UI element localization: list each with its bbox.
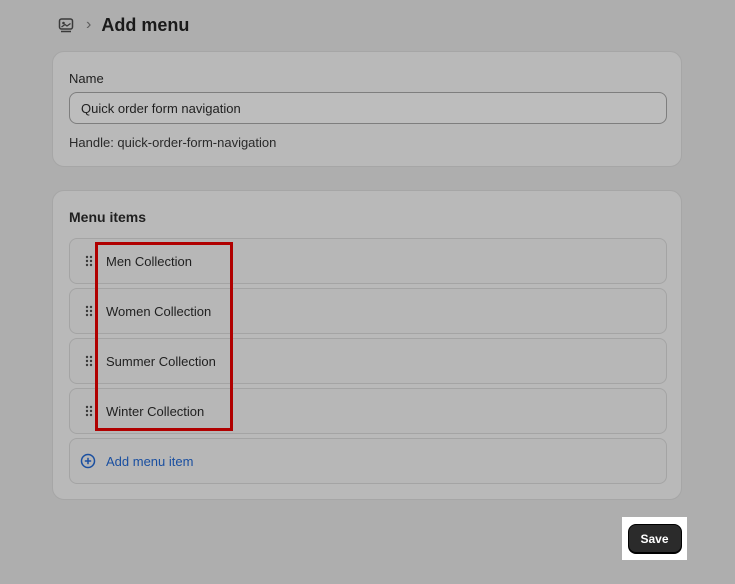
handle-text: Handle: quick-order-form-navigation [69,135,277,150]
menu-item-women-collection[interactable]: Women Collection [69,288,667,334]
page-title: Add menu [101,14,190,35]
menu-item-summer-collection[interactable]: Summer Collection [69,338,667,384]
menu-item-label: Winter Collection [106,403,205,419]
plus-circle-icon [80,453,96,469]
name-card: Name Handle: quick-order-form-navigation [52,51,682,167]
add-menu-item-button[interactable]: Add menu item [69,438,667,484]
drag-handle-icon[interactable] [81,305,97,317]
save-button[interactable]: Save [628,524,681,553]
menu-item-label: Men Collection [106,253,192,269]
menu-item-winter-collection[interactable]: Winter Collection [69,388,667,434]
save-button-container: Save [622,517,687,560]
menu-item-label: Summer Collection [106,353,216,369]
breadcrumb-separator: › [86,16,92,33]
menu-item-men-collection[interactable]: Men Collection [69,238,667,284]
add-menu-item-label: Add menu item [106,453,194,469]
menu-items-heading: Menu items [69,209,147,225]
name-input[interactable] [69,92,667,124]
menu-item-label: Women Collection [106,303,212,319]
menu-items-card: Menu items Men Collection Women Collecti… [52,190,682,500]
menu-icon[interactable] [58,17,74,33]
drag-handle-icon[interactable] [81,255,97,267]
drag-handle-icon[interactable] [81,405,97,417]
name-label: Name [69,71,104,86]
drag-handle-icon[interactable] [81,355,97,367]
breadcrumb: › Add menu [58,12,189,38]
